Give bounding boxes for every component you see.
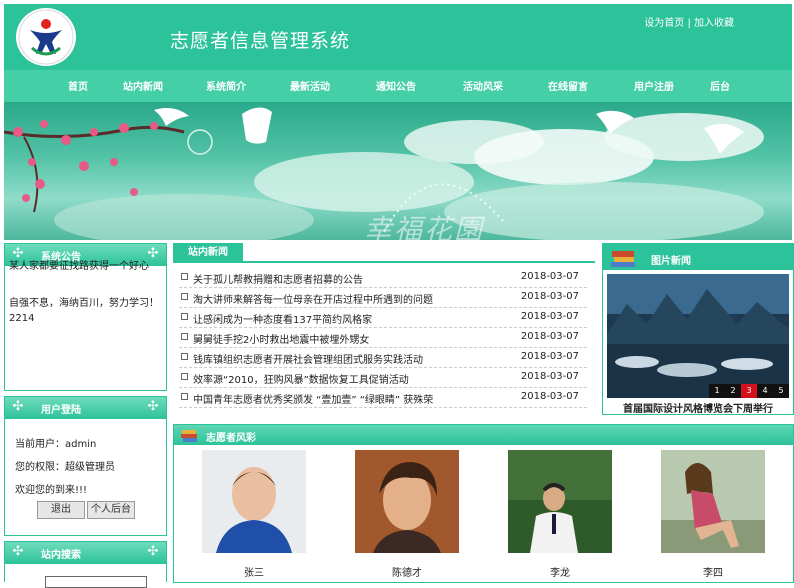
news-row[interactable]: · 淘大讲师来解答每一位母亲在开店过程中所遇到的问题 2018-03-07: [179, 287, 587, 308]
nav-item-admin[interactable]: 后台: [710, 78, 730, 93]
site-title: 志愿者信息管理系统: [170, 30, 351, 52]
banner-image: 幸福花園: [4, 102, 792, 240]
news-date: 2018-03-07: [520, 271, 579, 282]
news-row[interactable]: · 钱库镇组织志愿者开展社会管理组团式服务实践活动 2018-03-07: [179, 347, 587, 368]
user-role-label: 您的权限：超级管理员: [15, 462, 115, 473]
nav-item-intro[interactable]: 系统简介: [206, 78, 246, 93]
volunteers-title: 志愿者风彩: [206, 433, 256, 444]
pager-page[interactable]: 4: [757, 384, 773, 398]
news-title[interactable]: 关于孤儿帮教捐赠和志愿者招募的公告: [193, 271, 363, 286]
picture-news-panel: 图片新闻 1 2 3 4 5 首届国际设计风格博览会下周举行: [602, 243, 794, 415]
volunteer-card[interactable]: 陈德才: [355, 450, 459, 579]
volunteer-photo[interactable]: [661, 450, 765, 553]
flourish-icon: ✣: [12, 544, 24, 559]
search-header: ✣ 站内搜索 ✣: [5, 542, 166, 564]
bullet-icon: ·: [181, 333, 188, 340]
news-tab[interactable]: 站内新闻: [173, 243, 243, 263]
news-title[interactable]: 中国青年志愿者优秀奖颁发 “壹加壹” “绿眼睛” 获殊荣: [193, 391, 433, 406]
bullet-icon: ·: [181, 353, 188, 360]
pager-page[interactable]: 5: [773, 384, 789, 398]
welcome-text: 欢迎您的到来!!!: [15, 485, 88, 496]
link-separator: |: [687, 18, 691, 29]
site-logo[interactable]: [16, 8, 76, 66]
nav-item-notices[interactable]: 通知公告: [376, 78, 416, 93]
nav-item-register[interactable]: 用户注册: [634, 78, 674, 93]
search-box: ✣ 站内搜索 ✣: [4, 541, 167, 588]
news-date: 2018-03-07: [520, 291, 579, 302]
news-date: 2018-03-07: [520, 351, 579, 362]
flourish-icon: ✣: [147, 399, 159, 414]
news-panel: 站内新闻 · 关于孤儿帮教捐赠和志愿者招募的公告 2018-03-07 · 淘大…: [173, 243, 595, 413]
news-title[interactable]: 舅舅徒手挖2小时救出地震中被埋外甥女: [193, 331, 369, 346]
volunteer-photo[interactable]: [202, 450, 306, 553]
volunteers-panel: 志愿者风彩 张三 陈德才 李龙 李四: [173, 424, 794, 583]
volunteer-photo[interactable]: [355, 450, 459, 553]
news-date: 2018-03-07: [520, 371, 579, 382]
add-favorite-link[interactable]: 加入收藏: [694, 18, 734, 29]
news-row[interactable]: · 关于孤儿帮教捐赠和志愿者招募的公告 2018-03-07: [179, 267, 587, 288]
picture-news-header: 图片新闻: [603, 244, 793, 270]
current-user-label: 当前用户：admin: [15, 439, 97, 450]
news-row[interactable]: · 让感闲成为一种态度看137平简约风格家 2018-03-07: [179, 307, 587, 328]
picture-news-image[interactable]: 1 2 3 4 5: [607, 274, 789, 398]
logo-icon: [18, 9, 74, 65]
nav-item-guestbook[interactable]: 在线留言: [548, 78, 588, 93]
banner-watermark: 幸福花園: [364, 213, 485, 240]
bullet-icon: ·: [181, 273, 188, 280]
pager-page[interactable]: 2: [725, 384, 741, 398]
bullet-icon: ·: [181, 373, 188, 380]
notice-text: 自强不息，海纳百川，努力学习！2214: [9, 298, 159, 324]
volunteer-card[interactable]: 李四: [661, 450, 765, 579]
news-title[interactable]: 效率源“2010，狂购风暴”数据恢复工具促销活动: [193, 371, 409, 386]
news-title[interactable]: 让感闲成为一种态度看137平简约风格家: [193, 311, 372, 326]
bullet-icon: ·: [181, 313, 188, 320]
login-title: 用户登陆: [41, 405, 81, 416]
volunteers-header: 志愿者风彩: [174, 425, 793, 445]
volunteer-name: 李四: [703, 568, 723, 579]
pager-page-active[interactable]: 3: [741, 384, 757, 398]
picture-pager: 1 2 3 4 5: [709, 384, 789, 398]
notice-box: ✣ 系统公告 ✣ 某人家都要征找路获得一个好心情，谢谢！ 自强不息，海纳百川，努…: [4, 243, 167, 391]
news-date: 2018-03-07: [520, 331, 579, 342]
news-divider: [173, 261, 595, 263]
login-header: ✣ 用户登陆 ✣: [5, 397, 166, 419]
nav-item-news[interactable]: 站内新闻: [123, 78, 163, 93]
set-homepage-link[interactable]: 设为首页: [644, 18, 684, 29]
volunteer-name: 张三: [244, 568, 264, 579]
flourish-icon: ✣: [147, 544, 159, 559]
volunteer-name: 李龙: [550, 568, 570, 579]
news-row[interactable]: · 中国青年志愿者优秀奖颁发 “壹加壹” “绿眼睛” 获殊荣 2018-03-0…: [179, 387, 587, 408]
bullet-icon: ·: [181, 293, 188, 300]
pager-page[interactable]: 1: [709, 384, 725, 398]
volunteer-photo[interactable]: [508, 450, 612, 553]
nav-item-gallery[interactable]: 活动风采: [463, 78, 503, 93]
volunteer-name: 陈德才: [392, 568, 422, 579]
search-title: 站内搜索: [41, 550, 81, 561]
picture-caption[interactable]: 首届国际设计风格博览会下周举行: [603, 400, 793, 415]
picture-news-title: 图片新闻: [651, 256, 691, 267]
news-title[interactable]: 钱库镇组织志愿者开展社会管理组团式服务实践活动: [193, 351, 423, 366]
flourish-icon: ✣: [12, 399, 24, 414]
header: 志愿者信息管理系统 设为首页 | 加入收藏: [4, 4, 792, 70]
news-date: 2018-03-07: [520, 311, 579, 322]
volunteer-card[interactable]: 李龙: [508, 450, 612, 579]
news-date: 2018-03-07: [520, 391, 579, 402]
login-box: ✣ 用户登陆 ✣ 当前用户：admin 您的权限：超级管理员 欢迎您的到来!!!…: [4, 396, 167, 536]
books-icon: [181, 430, 197, 442]
news-title[interactable]: 淘大讲师来解答每一位母亲在开店过程中所遇到的问题: [193, 291, 433, 306]
search-input[interactable]: [45, 576, 147, 588]
bullet-icon: ·: [181, 393, 188, 400]
news-row[interactable]: · 舅舅徒手挖2小时救出地震中被埋外甥女 2018-03-07: [179, 327, 587, 348]
lake-landscape-image: [607, 274, 789, 398]
volunteer-card[interactable]: 张三: [202, 450, 306, 579]
nav-item-home[interactable]: 首页: [68, 78, 88, 93]
top-links: 设为首页 | 加入收藏: [644, 14, 734, 29]
nav-item-activities[interactable]: 最新活动: [290, 78, 330, 93]
logout-button[interactable]: 退出: [37, 501, 85, 519]
notice-scroll-text: 某人家都要征找路获得一个好心情，谢谢！: [9, 261, 149, 272]
main-nav: 首页 站内新闻 系统简介 最新活动 通知公告 活动风采 在线留言 用户注册 后台: [4, 70, 792, 102]
news-row[interactable]: · 效率源“2010，狂购风暴”数据恢复工具促销活动 2018-03-07: [179, 367, 587, 388]
personal-backend-button[interactable]: 个人后台: [87, 501, 135, 519]
books-icon: [611, 251, 635, 267]
